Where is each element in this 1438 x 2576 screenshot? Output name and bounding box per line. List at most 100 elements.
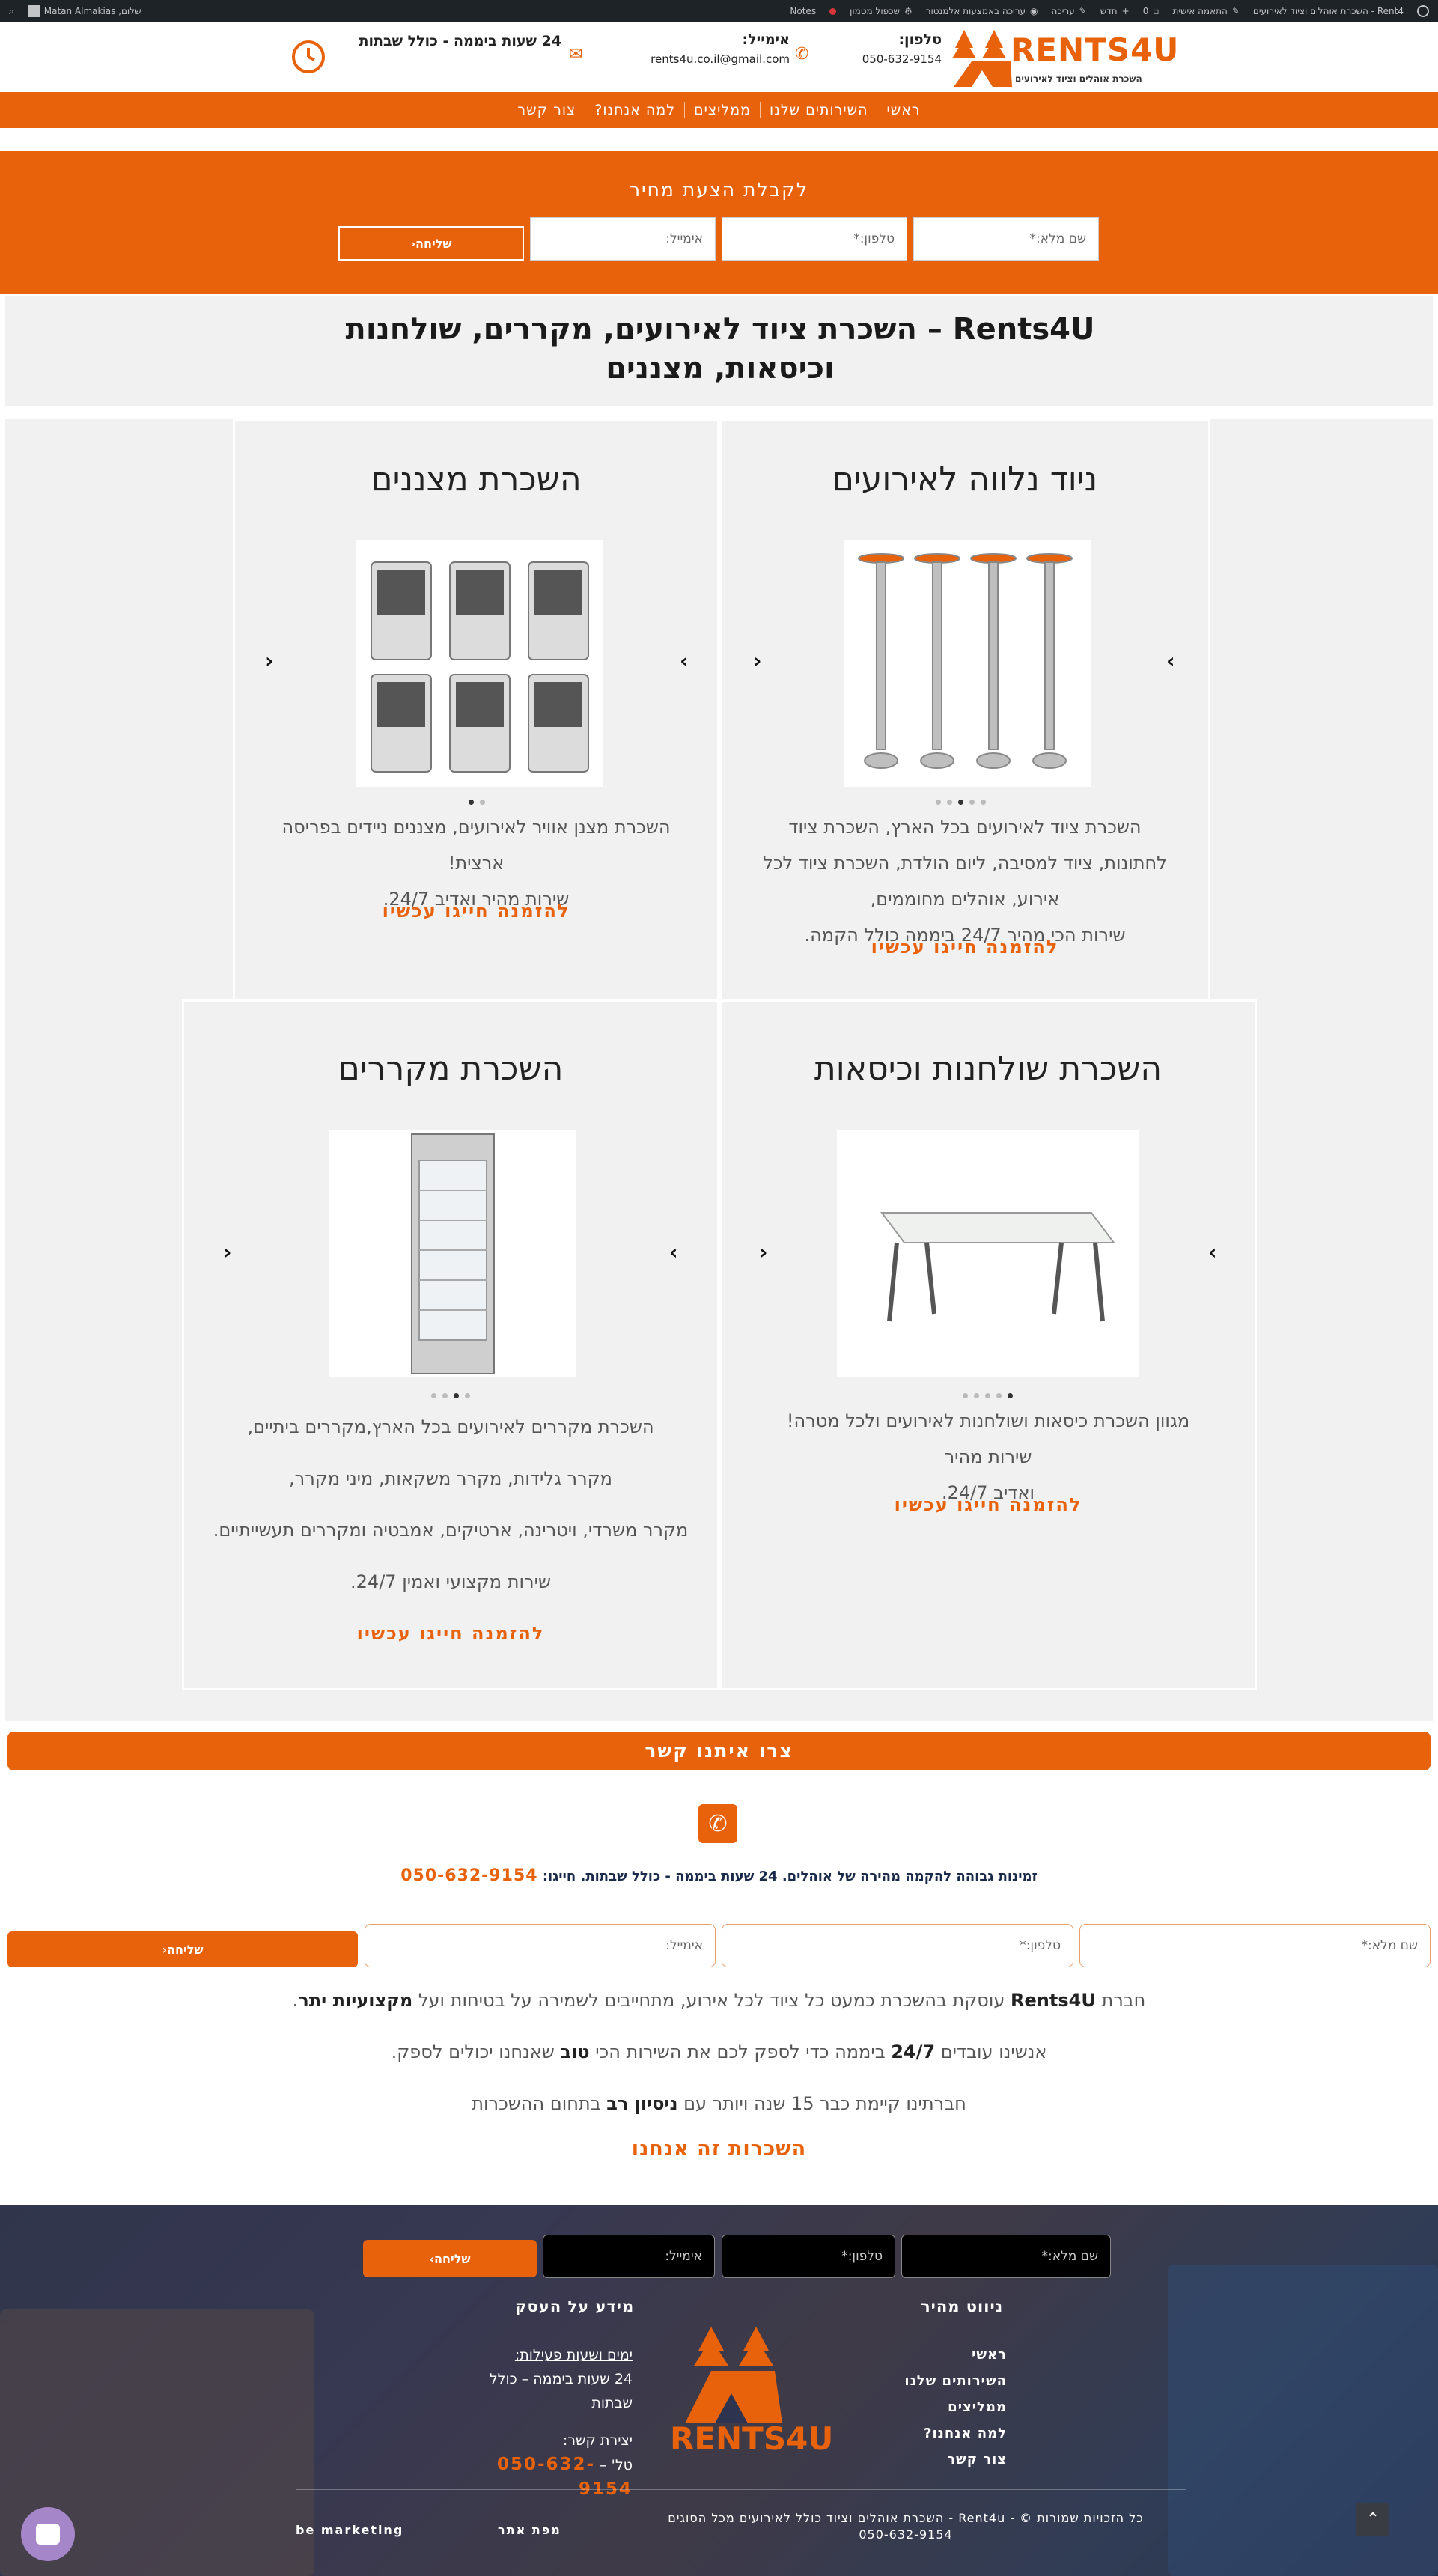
admin-search[interactable]: ⌕: [9, 6, 14, 17]
elementor-icon: ◉: [1030, 6, 1038, 16]
service-card-coolers: השכרת מצננים ‹ › השכרת מצנן אוויר לאירוע…: [233, 419, 719, 1002]
refrigerator-image: [329, 1130, 576, 1377]
search-icon: ⌕: [9, 5, 14, 16]
footer-nav-item-home[interactable]: ראשי: [891, 2342, 1007, 2368]
quote-form-section: לקבלת הצעת מחיר שם מלא:* טלפון:* אימייל:…: [0, 151, 1438, 294]
phone-value[interactable]: 050-632-9154: [859, 52, 942, 66]
contact-phone-link[interactable]: 050-632-9154: [400, 1866, 537, 1885]
refrigerator-icon: [411, 1133, 495, 1374]
footer-send-button[interactable]: שליחה ›: [363, 2240, 537, 2277]
carousel-dots[interactable]: [936, 800, 986, 805]
footer-nav-item-services[interactable]: השירותים שלנו: [891, 2368, 1007, 2394]
tent-trees-logo-icon: [685, 2327, 782, 2423]
phone-icon: ✆: [795, 45, 809, 64]
carousel-dots[interactable]: [963, 1393, 1013, 1398]
elementor-edit-link[interactable]: ◉ עריכה באמצעות אלמנטור: [926, 6, 1038, 16]
phone-input[interactable]: טלפון:*: [722, 217, 907, 261]
chat-widget-button[interactable]: [21, 2507, 75, 2561]
site-name-link[interactable]: Rent4 - השכרת אוהלים וציוד לאירועים: [1253, 6, 1404, 16]
availability-text: זמינות גבוהה להקמה מהירה של אוהלים. 24 ש…: [400, 1866, 1038, 1885]
sitemap-link[interactable]: מפת אתר: [498, 2523, 561, 2537]
patio-heater-icon: [858, 553, 1073, 769]
footer-email-input[interactable]: אימייל:: [543, 2235, 715, 2278]
call-now-link[interactable]: להזמנה חייגו עכשיו: [722, 1494, 1255, 1515]
nav-item-home[interactable]: ראשי: [877, 102, 929, 118]
contact-name-input[interactable]: שם מלא:*: [1079, 1924, 1431, 1967]
carousel-prev-button[interactable]: ‹: [753, 648, 762, 673]
chevron-left-icon: ‹: [162, 1942, 168, 1957]
phone-label: טלפון:: [898, 31, 942, 48]
send-label: שליחה: [167, 1942, 204, 1957]
services-section: ניוד נלווה לאירועים ‹ › השכרת ציוד לאירו…: [5, 419, 1433, 1721]
comments-link[interactable]: ▫ 0: [1143, 6, 1160, 16]
contact-phone-input[interactable]: טלפון:*: [722, 1924, 1073, 1967]
about-line-3: חברתינו קיימת כבר 15 שנה ויותר עם ניסיון…: [472, 2093, 966, 2114]
send-label: שליחה: [434, 2251, 471, 2266]
customize-link[interactable]: ✎ התאמה אישית: [1172, 6, 1239, 16]
site-footer: שם מלא:* טלפון:* אימייל: שליחה › ניווט מה…: [0, 2205, 1438, 2576]
back-to-top-button[interactable]: ⌃: [1356, 2503, 1389, 2536]
carousel-next-button[interactable]: ›: [1208, 1240, 1217, 1264]
clock-icon: [292, 40, 325, 73]
header-email: אימייל: rents4u.co.il@gmail.com: [640, 31, 790, 66]
carousel-dots[interactable]: [469, 800, 485, 805]
folding-table-icon: [880, 1212, 1115, 1322]
chevron-left-icon: ‹: [410, 236, 416, 251]
chat-icon: [36, 2524, 60, 2545]
account-menu[interactable]: שלום, Matan Almakias: [27, 5, 141, 17]
credit-link[interactable]: be marketing: [296, 2523, 403, 2537]
footer-nav-item-testimonials[interactable]: ממליצים: [891, 2394, 1007, 2420]
carousel-next-button[interactable]: ›: [669, 1240, 678, 1264]
brand-name: RENTS4U: [1011, 31, 1180, 68]
notes-link[interactable]: Notes: [790, 6, 816, 16]
admin-bar: Rent4 - השכרת אוהלים וציוד לאירועים ✎ התא…: [0, 0, 1438, 22]
call-now-link[interactable]: להזמנה חייגו עכשיו: [235, 901, 717, 922]
email-label: אימייל:: [742, 31, 790, 48]
copyright: כל הזכויות שמורות © - Rent4u - השכרת אוה…: [668, 2511, 1144, 2542]
edit-page-link[interactable]: ✎ עריכה: [1052, 6, 1087, 16]
contact-email-input[interactable]: אימייל:: [365, 1924, 716, 1967]
status-indicator: [829, 7, 837, 15]
carousel-prev-button[interactable]: ‹: [265, 648, 274, 673]
quote-send-button[interactable]: שליחה ‹: [338, 226, 524, 261]
footer-info-title: מידע על העסק: [515, 2298, 635, 2315]
site-logo[interactable]: RENTS4U השכרת אוהלים וציוד לאירועים: [949, 27, 1178, 90]
contact-send-button[interactable]: שליחה ‹: [7, 1931, 358, 1967]
cache-link[interactable]: ⚙ שכפול מטמון: [850, 6, 913, 16]
nav-item-services[interactable]: השירותים שלנו: [760, 102, 877, 118]
tent-trees-logo-icon: [952, 30, 1012, 87]
phone-icon[interactable]: ✆: [698, 1804, 737, 1843]
carousel-next-button[interactable]: ›: [1166, 648, 1175, 673]
footer-phone-input[interactable]: טלפון:*: [722, 2235, 895, 2278]
nav-item-contact[interactable]: צור קשר: [508, 102, 585, 118]
name-input[interactable]: שם מלא:*: [913, 217, 1099, 261]
carousel-dots[interactable]: [431, 1393, 470, 1398]
avatar: [27, 5, 40, 17]
carousel-prev-button[interactable]: ‹: [759, 1240, 768, 1264]
main-nav: ראשי השירותים שלנו ממליצים למה אנחנו? צו…: [0, 92, 1438, 128]
footer-logo[interactable]: RENTS4U: [670, 2322, 834, 2457]
footer-name-input[interactable]: שם מלא:*: [901, 2235, 1111, 2278]
wordpress-menu[interactable]: [1417, 5, 1429, 17]
service-title: ניוד נלווה לאירועים: [832, 460, 1098, 499]
service-card-refrigerators: השכרת מקררים ‹ › השכרת מקררים לאירועים ב…: [182, 999, 719, 1690]
footer-nav-item-contact[interactable]: צור קשר: [891, 2446, 1007, 2473]
header-hours: 24 שעות ביממה - כולל שבתות: [352, 33, 561, 49]
new-content-link[interactable]: + חדש: [1100, 6, 1130, 16]
email-value[interactable]: rents4u.co.il@gmail.com: [640, 52, 790, 66]
call-now-link[interactable]: להזמנה חייגו עכשיו: [722, 937, 1208, 957]
service-description: השכרת ציוד לאירועים בכל הארץ, השכרת ציוד…: [763, 817, 1167, 946]
carousel-next-button[interactable]: ›: [680, 648, 689, 673]
quote-form-title: לקבלת הצעת מחיר: [629, 179, 809, 201]
service-card-equipment: ניוד נלווה לאירועים ‹ › השכרת ציוד לאירו…: [719, 419, 1210, 1002]
hours-text: 24 שעות ביממה - כולל שבתות: [359, 33, 561, 49]
footer-brand: RENTS4U: [670, 2420, 834, 2457]
about-line-1: חברת Rents4U עוסקת בהשכרת כמעט כל ציוד ל…: [292, 1990, 1146, 2011]
nav-item-testimonials[interactable]: ממליצים: [684, 102, 760, 118]
carousel-prev-button[interactable]: ‹: [223, 1240, 232, 1264]
nav-item-why-us[interactable]: למה אנחנו?: [585, 102, 684, 118]
call-now-link[interactable]: להזמנה חייגו עכשיו: [184, 1623, 717, 1644]
footer-nav-item-why-us[interactable]: למה אנחנו?: [891, 2420, 1007, 2446]
email-input[interactable]: אימייל:: [530, 217, 716, 261]
contact-us-bar[interactable]: צרו איתנו קשר: [7, 1732, 1431, 1770]
